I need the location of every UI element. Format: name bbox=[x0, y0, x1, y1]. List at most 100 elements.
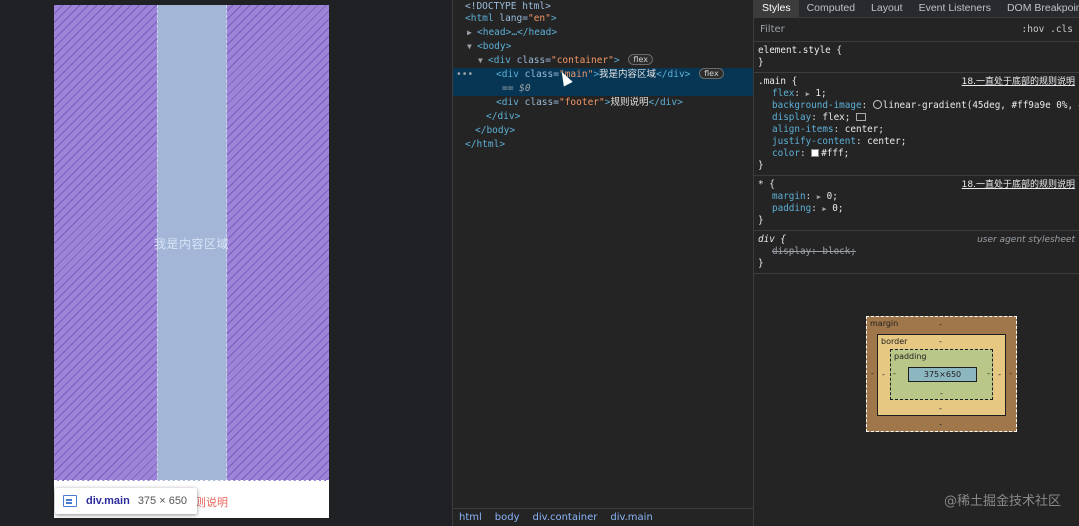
universal-style-rule[interactable]: 18.一直处于底部的规则说明 * { margin: ▶ 0; padding:… bbox=[754, 176, 1079, 231]
element-style-rule[interactable]: element.style { } bbox=[754, 42, 1079, 73]
breadcrumb-main[interactable]: div.main bbox=[610, 512, 652, 523]
style-prop[interactable]: padding: ▶ 0; bbox=[758, 203, 1075, 215]
margin-label: margin bbox=[870, 319, 899, 328]
tooltip-element-name: div.main bbox=[86, 495, 130, 507]
container-attr-name: class bbox=[516, 55, 546, 66]
breadcrumb-body[interactable]: body bbox=[495, 512, 520, 523]
tooltip-element-size: 375 × 650 bbox=[137, 495, 188, 507]
dom-html-close[interactable]: </html> bbox=[453, 138, 753, 152]
html-attr-value: "en" bbox=[527, 13, 551, 24]
border-top-value[interactable]: - bbox=[939, 337, 942, 346]
elements-panel: <!DOCTYPE html> <html lang="en"> ▶ <head>… bbox=[452, 0, 753, 526]
collapse-arrow-icon[interactable]: ▼ bbox=[467, 40, 477, 54]
tab-dom-breakpoints[interactable]: DOM Breakpoints bbox=[999, 0, 1079, 17]
doctype-text: <!DOCTYPE html> bbox=[465, 1, 551, 12]
style-prop[interactable]: flex: ▶ 1; bbox=[758, 88, 1075, 100]
border-bottom-value[interactable]: - bbox=[939, 404, 942, 413]
expand-arrow-icon[interactable]: ▶ bbox=[817, 193, 821, 201]
body-tag: <body> bbox=[477, 41, 512, 52]
main-style-rule[interactable]: 18.一直处于底部的规则说明 .main { flex: ▶ 1; backgr… bbox=[754, 73, 1079, 176]
padding-label: padding bbox=[894, 352, 927, 361]
gradient-editor-icon[interactable] bbox=[872, 100, 882, 109]
border-right-value[interactable]: - bbox=[998, 370, 1001, 379]
dom-head[interactable]: ▶ <head>…</head> bbox=[453, 26, 753, 40]
color-swatch-icon[interactable] bbox=[811, 149, 820, 157]
padding-box: padding - - - 375×650 bbox=[890, 349, 993, 400]
box-model-diagram: margin - - - - border - - - - padding - … bbox=[866, 316, 1017, 432]
margin-top-value[interactable]: - bbox=[939, 320, 942, 329]
margin-right-value[interactable]: - bbox=[1009, 369, 1012, 378]
margin-bottom-value[interactable]: - bbox=[939, 420, 942, 429]
html-close-tag: </html> bbox=[465, 139, 506, 150]
dom-html-open[interactable]: <html lang="en"> bbox=[453, 12, 753, 26]
breadcrumb: html body div.container div.main bbox=[453, 508, 753, 526]
flex-badge[interactable]: flex bbox=[628, 54, 653, 65]
footer-close-tag: </div> bbox=[648, 97, 683, 108]
rule-close-brace: } bbox=[758, 57, 764, 68]
dom-container-close[interactable]: </div> bbox=[453, 110, 753, 124]
rule-source-link[interactable]: 18.一直处于底部的规则说明 bbox=[962, 179, 1075, 191]
footer-text-node: 规则说明 bbox=[610, 97, 649, 108]
main-attr-name: class bbox=[524, 69, 554, 80]
filter-input[interactable]: Filter bbox=[760, 24, 785, 35]
rendered-page: 我是内容区域 规则说明 bbox=[54, 5, 329, 518]
hov-cls-toggles[interactable]: :hov .cls bbox=[1022, 24, 1073, 35]
padding-left-value[interactable]: - bbox=[893, 369, 896, 378]
page-viewport: 我是内容区域 规则说明 div.main 375 × 650 bbox=[0, 0, 452, 526]
rule-close-brace: } bbox=[758, 160, 764, 171]
footer-attr-name: class bbox=[524, 97, 554, 108]
html-tag-name: html bbox=[470, 13, 494, 24]
tab-computed[interactable]: Computed bbox=[799, 0, 863, 17]
breadcrumb-container[interactable]: div.container bbox=[533, 512, 598, 523]
content-box[interactable]: 375×650 bbox=[908, 367, 977, 382]
style-prop[interactable]: display: flex; bbox=[758, 112, 1075, 124]
body-close-tag: </body> bbox=[475, 125, 516, 136]
expand-arrow-icon[interactable]: ▶ bbox=[467, 26, 477, 40]
more-options-icon[interactable]: ••• bbox=[456, 68, 473, 82]
watermark: @稀土掘金技术社区 bbox=[943, 494, 1061, 509]
expand-arrow-icon[interactable]: ▶ bbox=[822, 205, 826, 213]
rule-source-link[interactable]: 18.一直处于底部的规则说明 bbox=[962, 76, 1075, 88]
style-prop[interactable]: justify-content: center; bbox=[758, 136, 1075, 148]
selected-marker: == $0 bbox=[502, 83, 531, 94]
style-prop[interactable]: background-image: linear-gradient(45deg,… bbox=[758, 100, 1079, 112]
flex-container-icon bbox=[63, 495, 77, 507]
style-prop[interactable]: align-items: center; bbox=[758, 124, 1075, 136]
breadcrumb-html[interactable]: html bbox=[459, 512, 482, 523]
flex-badge[interactable]: flex bbox=[699, 68, 724, 79]
main-text-node: 我是内容区域 bbox=[599, 69, 657, 80]
overridden-prop: display: block; bbox=[772, 246, 856, 257]
main-tag-name: div bbox=[501, 69, 519, 80]
expand-arrow-icon[interactable]: ▶ bbox=[806, 90, 810, 98]
style-prop[interactable]: margin: ▶ 0; bbox=[758, 191, 1075, 203]
tab-styles[interactable]: Styles bbox=[754, 0, 799, 17]
tab-layout[interactable]: Layout bbox=[863, 0, 911, 17]
tab-event-listeners[interactable]: Event Listeners bbox=[911, 0, 999, 17]
main-close-tag: </div> bbox=[656, 69, 691, 80]
container-tag-name: div bbox=[493, 55, 511, 66]
style-prop[interactable]: color: #fff; bbox=[758, 148, 1075, 160]
div-ua-style-rule[interactable]: user agent stylesheet div { display: blo… bbox=[754, 231, 1079, 274]
padding-right-value[interactable]: - bbox=[987, 369, 990, 378]
margin-left-value[interactable]: - bbox=[871, 369, 874, 378]
border-label: border bbox=[881, 337, 908, 346]
dom-main-selected[interactable]: ••• <div class="main">我是内容区域</div> flex … bbox=[453, 68, 753, 96]
border-box: border - - - - padding - - - 375×650 bbox=[877, 334, 1006, 416]
styles-filter-row: Filter :hov .cls bbox=[754, 18, 1079, 42]
dom-body-open[interactable]: ▼ <body> bbox=[453, 40, 753, 54]
dom-footer[interactable]: <div class="footer">规则说明</div> bbox=[453, 96, 753, 110]
rule-close-brace: } bbox=[758, 215, 764, 226]
padding-bottom-value[interactable]: - bbox=[940, 389, 943, 398]
main-content-text: 我是内容区域 bbox=[153, 237, 229, 251]
dom-container-open[interactable]: ▼ <div class="container"> flex bbox=[453, 54, 753, 68]
div-close-tag: </div> bbox=[486, 111, 521, 122]
border-left-value[interactable]: - bbox=[882, 370, 885, 379]
flexbox-editor-icon[interactable] bbox=[856, 113, 866, 121]
element-style-selector: element.style { bbox=[758, 45, 842, 56]
rule-close-brace: } bbox=[758, 258, 764, 269]
dom-body-close[interactable]: </body> bbox=[453, 124, 753, 138]
collapse-arrow-icon[interactable]: ▼ bbox=[478, 54, 488, 68]
user-agent-label: user agent stylesheet bbox=[977, 235, 1075, 245]
styles-panel: Styles Computed Layout Event Listeners D… bbox=[753, 0, 1079, 526]
footer-attr-value: "footer" bbox=[558, 97, 605, 108]
